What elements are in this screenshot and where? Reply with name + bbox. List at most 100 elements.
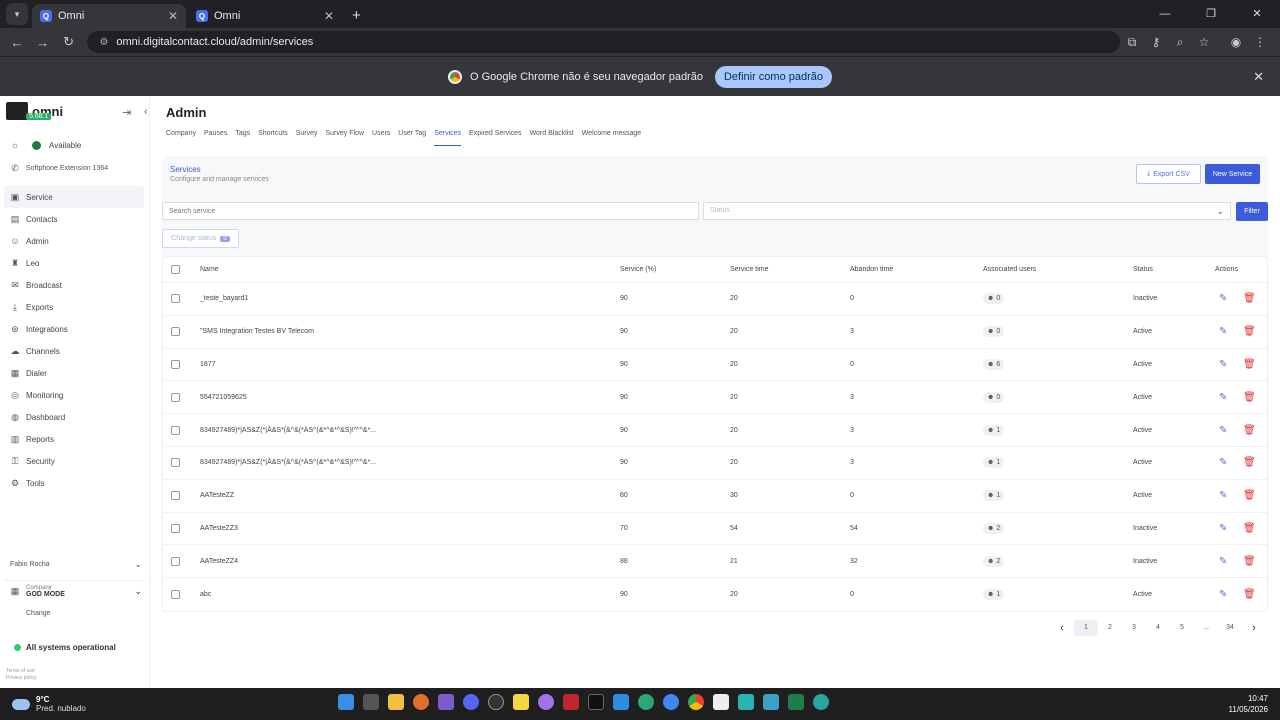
trash-icon[interactable]: 🗑 (1243, 326, 1256, 337)
next-page-icon[interactable]: › (1242, 620, 1266, 636)
associated-users-chip[interactable]: ☻ 1 (983, 457, 1005, 469)
filter-button[interactable]: Filter (1236, 202, 1268, 221)
trash-icon[interactable]: 🗑 (1243, 425, 1256, 436)
discord-icon[interactable] (463, 694, 479, 710)
trash-icon[interactable]: 🗑 (1243, 457, 1256, 468)
logout-icon[interactable]: ⇥ (122, 106, 131, 119)
associated-users-chip[interactable]: ☻ 0 (983, 326, 1005, 338)
intellij-icon[interactable] (588, 694, 604, 710)
trash-icon[interactable]: 🗑 (1243, 556, 1256, 567)
table-row[interactable]: AATesteZZ 80 30 0 ☻ 1 Active ✎ 🗑 (163, 480, 1267, 513)
sidebar-item-channels[interactable]: ☁ Channels (4, 340, 144, 362)
row-checkbox[interactable] (171, 458, 180, 468)
tab-survey-flow[interactable]: Survey Flow (326, 130, 365, 146)
app-icon[interactable] (438, 694, 454, 710)
status-select[interactable]: Status ⌄ (703, 202, 1231, 220)
edit-icon[interactable]: ✎ (1219, 359, 1227, 370)
table-row[interactable]: 1877 90 20 0 ☻ 6 Active ✎ 🗑 (163, 349, 1267, 382)
sidebar-item-admin[interactable]: ☺ Admin (4, 230, 144, 252)
github-icon[interactable] (538, 694, 554, 710)
trash-icon[interactable]: 🗑 (1243, 293, 1256, 304)
close-window-icon[interactable]: ✕ (1234, 0, 1280, 28)
tab-word-blacklist[interactable]: Word Blacklist (530, 130, 574, 146)
cast-icon[interactable]: ⧉ (1120, 35, 1144, 50)
sidebar-item-dashboard[interactable]: ◍ Dashboard (4, 406, 144, 428)
page-button[interactable]: 1 (1074, 620, 1098, 636)
row-checkbox[interactable] (171, 590, 180, 600)
change-status-button[interactable]: Change status 0 (162, 229, 239, 248)
edit-icon[interactable]: ✎ (1219, 392, 1227, 403)
app-icon[interactable] (738, 694, 754, 710)
tab-search-icon[interactable]: ▾ (6, 3, 28, 25)
new-tab-icon[interactable]: + (352, 7, 361, 24)
edit-icon[interactable]: ✎ (1219, 556, 1227, 567)
clock-app-icon[interactable] (413, 694, 429, 710)
table-row[interactable]: AATesteZZ3 70 54 54 ☻ 2 Inactive ✎ 🗑 (163, 513, 1267, 546)
softphone-row[interactable]: ✆ Softphone Extension 1364 (10, 163, 108, 174)
sidebar-item-security[interactable]: ⚿ Security (4, 450, 144, 472)
table-row[interactable]: 554721059625 90 20 3 ☻ 0 Active ✎ 🗑 (163, 381, 1267, 415)
page-button[interactable]: 5 (1170, 620, 1194, 636)
associated-users-chip[interactable]: ☻ 1 (983, 424, 1005, 436)
minimize-icon[interactable]: — (1142, 0, 1188, 28)
system-status[interactable]: All systems operational (14, 643, 116, 652)
edit-icon[interactable]: ✎ (1219, 457, 1227, 468)
tab-company[interactable]: Company (166, 130, 196, 146)
forward-icon[interactable]: → (30, 35, 56, 50)
browser-tab[interactable]: Q Omni ✕ (188, 4, 342, 28)
maximize-icon[interactable]: ❐ (1188, 0, 1234, 28)
address-bar[interactable]: ⚙ omni.digitalcontact.cloud/admin/servic… (87, 31, 1120, 53)
sidebar-item-exports[interactable]: ⤓ Exports (4, 296, 144, 318)
search-service-input[interactable] (162, 202, 699, 220)
close-tab-icon[interactable]: ✕ (168, 9, 178, 23)
password-key-icon[interactable]: ⚷ (1144, 35, 1168, 50)
trash-icon[interactable]: 🗑 (1243, 490, 1256, 501)
sidebar-item-reports[interactable]: ▥ Reports (4, 428, 144, 450)
tab-user-tag[interactable]: User Tag (398, 130, 426, 146)
page-button[interactable]: 2 (1098, 620, 1122, 636)
edit-icon[interactable]: ✎ (1219, 490, 1227, 501)
table-row[interactable]: abc 90 20 0 ☻ 1 Active ✎ 🗑 (163, 578, 1267, 611)
table-row[interactable]: 834927489)*|AS&Z(*|Å&S*(&^&(*AS^(&*^&*^&… (163, 447, 1267, 480)
table-row[interactable]: _teste_bayard1 90 20 0 ☻ 0 Inactive ✎ 🗑 (163, 283, 1267, 316)
sidebar-item-leo[interactable]: ♜ Leo (4, 252, 144, 274)
user-menu[interactable]: Fabio Rocha ⌄ (10, 559, 142, 570)
terms-link[interactable]: Terms of use (6, 668, 37, 675)
trash-icon[interactable]: 🗑 (1243, 392, 1256, 403)
change-company-link[interactable]: Change (26, 610, 51, 617)
associated-users-chip[interactable]: ☻ 1 (983, 490, 1005, 502)
sticky-notes-icon[interactable] (513, 694, 529, 710)
row-checkbox[interactable] (171, 491, 180, 501)
row-checkbox[interactable] (171, 523, 180, 533)
chrome-icon[interactable] (688, 694, 704, 710)
row-checkbox[interactable] (171, 392, 180, 402)
edit-icon[interactable]: ✎ (1219, 523, 1227, 534)
site-info-icon[interactable]: ⚙ (99, 37, 108, 48)
row-checkbox[interactable] (171, 556, 180, 566)
edit-icon[interactable]: ✎ (1219, 293, 1227, 304)
tab-welcome-message[interactable]: Welcome message (582, 130, 641, 146)
associated-users-chip[interactable]: ☻ 0 (983, 293, 1005, 305)
weather-widget[interactable]: 9°C Pred. nublado (12, 695, 86, 714)
tab-users[interactable]: Users (372, 130, 390, 146)
table-row[interactable]: AATesteZZ4 88 21 32 ☻ 2 Inactive ✎ 🗑 (163, 545, 1267, 579)
row-checkbox[interactable] (171, 359, 180, 369)
tab-services[interactable]: Services (434, 130, 462, 146)
associated-users-chip[interactable]: ☻ 2 (983, 522, 1005, 534)
obs-icon[interactable] (488, 694, 504, 710)
calculator-icon[interactable] (763, 694, 779, 710)
bookmark-star-icon[interactable]: ☆ (1192, 35, 1216, 50)
edge-icon[interactable] (638, 694, 654, 710)
file-explorer-icon[interactable] (388, 694, 404, 710)
table-row[interactable]: 834927489)*|AS&Z(*|Å&S*(&^&(*AS^(&*^&*^&… (163, 414, 1267, 447)
new-service-button[interactable]: New Service (1205, 164, 1260, 184)
edit-icon[interactable]: ✎ (1219, 425, 1227, 436)
trash-icon[interactable]: 🗑 (1243, 359, 1256, 370)
trash-icon[interactable]: 🗑 (1243, 589, 1256, 600)
system-clock[interactable]: 10:47 11/05/2026 (1229, 693, 1268, 715)
search-icon[interactable] (363, 694, 379, 710)
select-all-checkbox[interactable] (171, 265, 180, 274)
sidebar-item-dialer[interactable]: ▦ Dialer (4, 362, 144, 384)
row-checkbox[interactable] (171, 425, 180, 435)
sidebar-item-monitoring[interactable]: ◎ Monitoring (4, 384, 144, 406)
